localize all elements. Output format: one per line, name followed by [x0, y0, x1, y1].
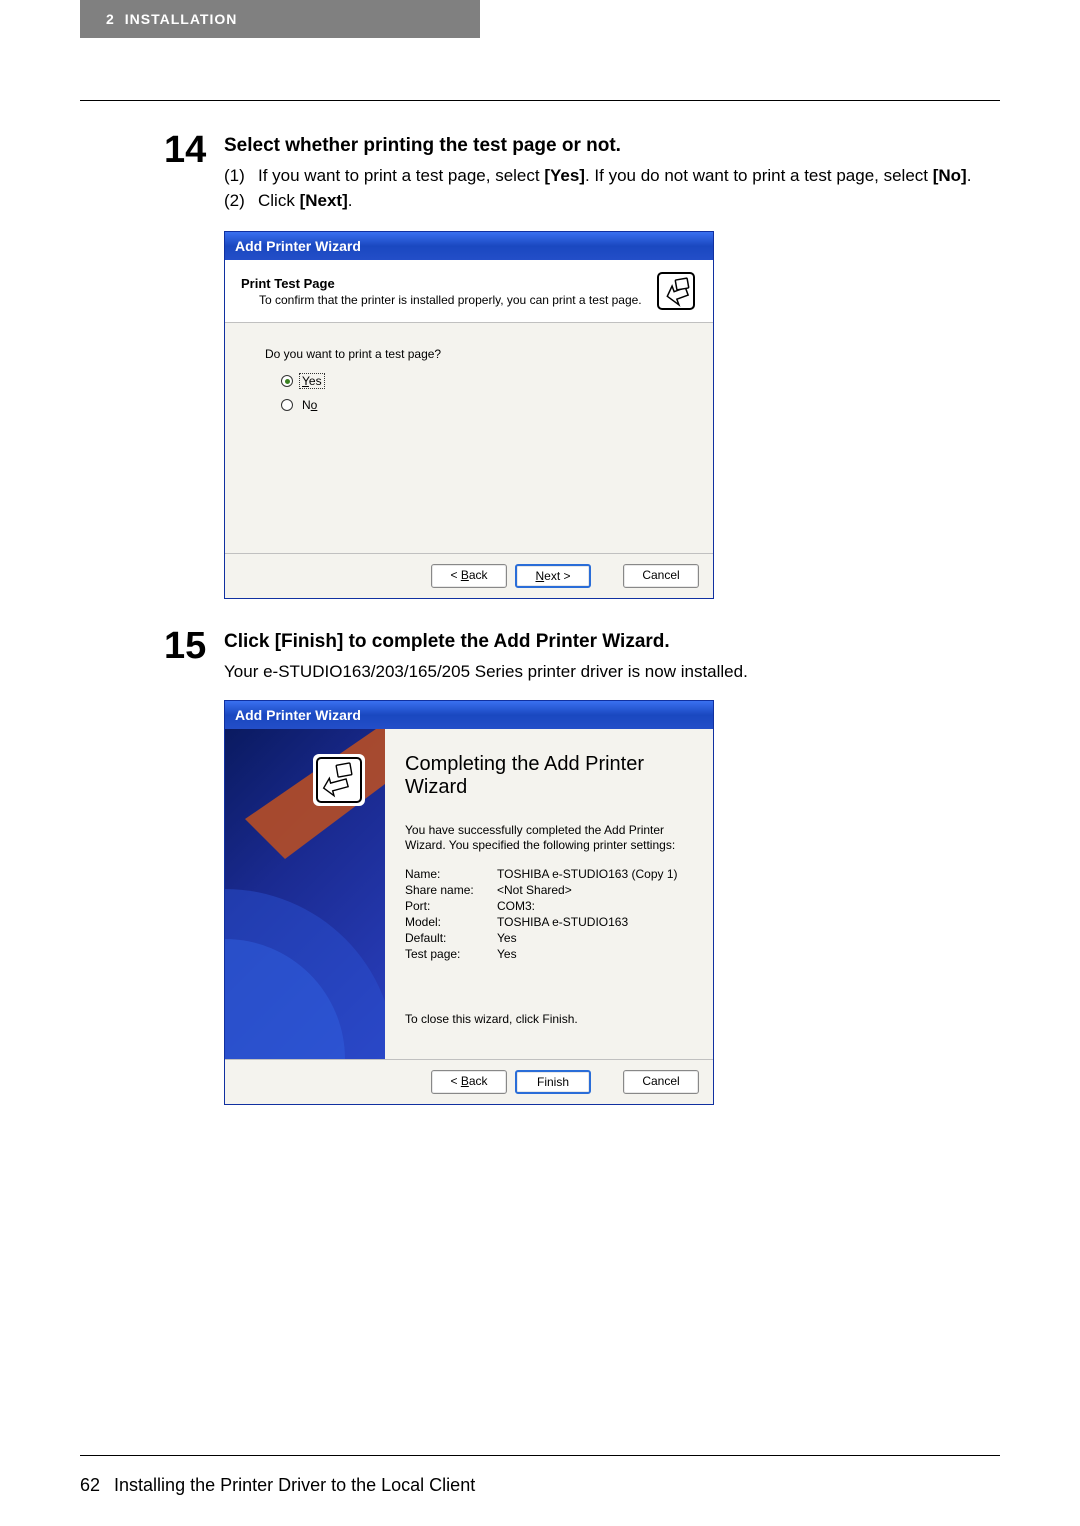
wizard-body: Do you want to print a test page? Yes No — [225, 323, 713, 553]
kv-name: Name:TOSHIBA e-STUDIO163 (Copy 1) — [405, 866, 678, 882]
radio-no[interactable]: No — [281, 397, 673, 413]
wizard-titlebar: Add Printer Wizard — [225, 701, 713, 729]
back-button[interactable]: < Back — [431, 1070, 507, 1094]
cancel-button[interactable]: Cancel — [623, 1070, 699, 1094]
cancel-button[interactable]: Cancel — [623, 564, 699, 588]
complete-title: Completing the Add Printer Wizard — [405, 753, 693, 799]
step-title: Select whether printing the test page or… — [224, 133, 971, 160]
content-area: 14 Select whether printing the test page… — [80, 100, 1000, 1456]
page-footer: 62 Installing the Printer Driver to the … — [80, 1475, 475, 1496]
step-sub-2: (2) Click [Next]. — [224, 189, 971, 213]
sub-text: If you want to print a test page, select… — [258, 164, 971, 188]
step-subtext: Your e-STUDIO163/203/165/205 Series prin… — [224, 660, 748, 684]
wizard-sidebar-art — [225, 729, 385, 1059]
wizard-header-subtitle: To confirm that the printer is installed… — [259, 293, 642, 307]
radio-label-no: No — [299, 397, 320, 413]
step-number: 14 — [164, 131, 224, 169]
sub-num: (2) — [224, 189, 258, 213]
kv-share: Share name:<Not Shared> — [405, 882, 678, 898]
radio-indicator-checked — [281, 375, 293, 387]
wizard-titlebar: Add Printer Wizard — [225, 232, 713, 260]
wizard-complete-panel: Completing the Add Printer Wizard You ha… — [385, 729, 713, 1059]
close-instruction: To close this wizard, click Finish. — [405, 1012, 693, 1026]
chapter-number: 2 — [106, 11, 115, 27]
wizard-header: Print Test Page To confirm that the prin… — [225, 260, 713, 323]
step-body: Click [Finish] to complete the Add Print… — [224, 627, 748, 683]
kv-testpage: Test page:Yes — [405, 946, 678, 962]
wizard-button-row: < Back Finish Cancel — [225, 1059, 713, 1104]
radio-question: Do you want to print a test page? — [265, 347, 673, 361]
document-page: 2 INSTALLATION 14 Select whether printin… — [0, 0, 1080, 1526]
radio-label-yes: Yes — [299, 373, 325, 389]
chapter-header: 2 INSTALLATION — [80, 0, 480, 38]
printer-icon — [655, 270, 697, 312]
sub-num: (1) — [224, 164, 258, 188]
radio-indicator — [281, 399, 293, 411]
wizard-completing: Add Printer Wizard Completing the Add Pr… — [224, 700, 714, 1105]
kv-port: Port:COM3: — [405, 898, 678, 914]
step-number: 15 — [164, 627, 224, 665]
step-sub-1: (1) If you want to print a test page, se… — [224, 164, 971, 188]
printer-settings-table: Name:TOSHIBA e-STUDIO163 (Copy 1) Share … — [405, 866, 678, 962]
wizard-header-title: Print Test Page — [241, 276, 642, 291]
wizard-button-row: < Back Next > Cancel — [225, 553, 713, 598]
step-title: Click [Finish] to complete the Add Print… — [224, 629, 748, 656]
step-15: 15 Click [Finish] to complete the Add Pr… — [164, 627, 1000, 683]
sub-text: Click [Next]. — [258, 189, 352, 213]
footer-text: Installing the Printer Driver to the Loc… — [114, 1475, 475, 1496]
kv-default: Default:Yes — [405, 930, 678, 946]
wizard-print-test-page: Add Printer Wizard Print Test Page To co… — [224, 231, 714, 599]
wizard-body: Completing the Add Printer Wizard You ha… — [225, 729, 713, 1059]
radio-yes[interactable]: Yes — [281, 373, 673, 389]
complete-paragraph: You have successfully completed the Add … — [405, 823, 693, 854]
wizard-header-text: Print Test Page To confirm that the prin… — [241, 276, 642, 307]
step-14: 14 Select whether printing the test page… — [164, 131, 1000, 215]
finish-button[interactable]: Finish — [515, 1070, 591, 1094]
next-button[interactable]: Next > — [515, 564, 591, 588]
page-number: 62 — [80, 1475, 100, 1496]
back-button[interactable]: < Back — [431, 564, 507, 588]
chapter-title: INSTALLATION — [125, 11, 238, 27]
kv-model: Model:TOSHIBA e-STUDIO163 — [405, 914, 678, 930]
step-body: Select whether printing the test page or… — [224, 131, 971, 215]
